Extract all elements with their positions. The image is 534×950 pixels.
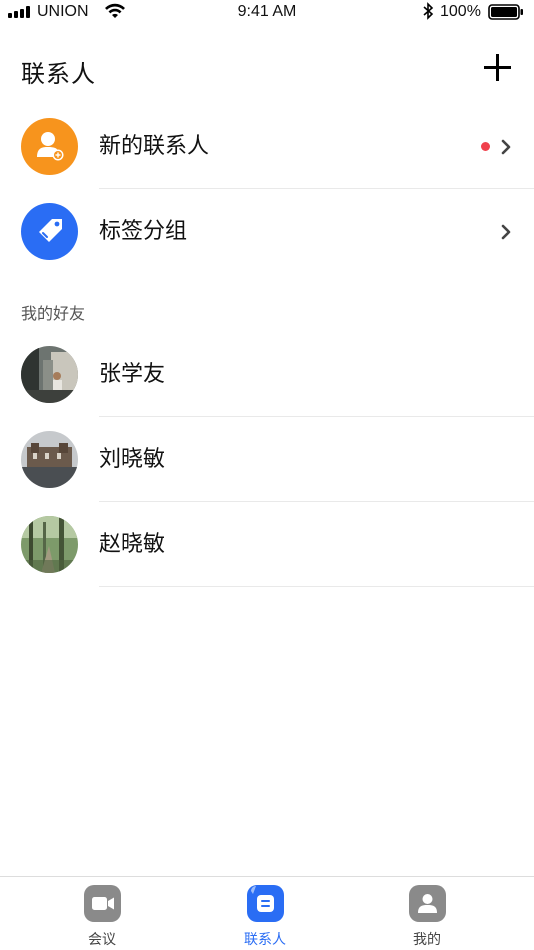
photo-avatar bbox=[21, 346, 78, 403]
tag-groups-label: 标签分组 bbox=[99, 219, 188, 244]
plus-icon[interactable] bbox=[484, 54, 511, 81]
tab-bar: 会议 联系人 我的 bbox=[0, 876, 534, 950]
chevron-right-icon bbox=[501, 139, 511, 155]
bluetooth-icon bbox=[423, 2, 434, 20]
notification-dot bbox=[481, 142, 490, 151]
tab-contacts[interactable]: 联系人 bbox=[205, 877, 325, 950]
tab-meetings[interactable]: 会议 bbox=[42, 877, 162, 950]
tab-me[interactable]: 我的 bbox=[367, 877, 487, 950]
tab-contacts-label: 联系人 bbox=[244, 932, 286, 948]
new-contacts-item[interactable]: 新的联系人 bbox=[0, 104, 534, 189]
battery-icon bbox=[488, 4, 523, 20]
battery-percentage: 100% bbox=[440, 3, 481, 20]
page-title: 联系人 bbox=[21, 60, 96, 88]
add-contact-icon bbox=[21, 118, 78, 175]
tag-icon bbox=[21, 203, 78, 260]
friend-name: 刘晓敏 bbox=[99, 447, 166, 472]
divider bbox=[99, 586, 534, 587]
tab-meetings-label: 会议 bbox=[88, 932, 116, 948]
contacts-icon bbox=[247, 885, 284, 922]
new-contacts-label: 新的联系人 bbox=[99, 134, 210, 159]
friend-name: 张学友 bbox=[99, 362, 166, 387]
friend-name: 赵晓敏 bbox=[99, 532, 166, 557]
friend-item[interactable]: 刘晓敏 bbox=[0, 417, 534, 502]
video-camera-icon bbox=[84, 885, 121, 922]
profile-icon bbox=[409, 885, 446, 922]
tag-groups-item[interactable]: 标签分组 bbox=[0, 189, 534, 274]
chevron-right-icon bbox=[501, 224, 511, 240]
status-bar: UNION 9:41 AM 100% bbox=[0, 0, 534, 26]
photo-avatar bbox=[21, 516, 78, 573]
friends-section-title: 我的好友 bbox=[21, 304, 86, 323]
photo-avatar bbox=[21, 431, 78, 488]
tab-me-label: 我的 bbox=[413, 932, 441, 948]
friend-item[interactable]: 张学友 bbox=[0, 332, 534, 417]
friend-item[interactable]: 赵晓敏 bbox=[0, 502, 534, 587]
